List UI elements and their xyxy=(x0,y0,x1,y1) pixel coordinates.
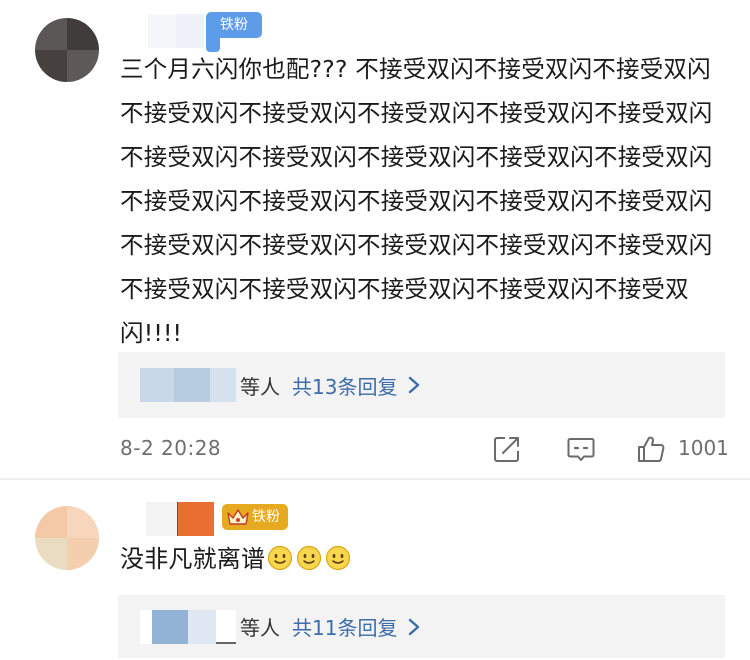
share-icon[interactable] xyxy=(492,434,522,464)
fan-badge: 铁粉 xyxy=(222,504,288,530)
reply-count-link[interactable]: 共11条回复 xyxy=(292,612,397,641)
avatar[interactable] xyxy=(35,506,99,570)
smile-emoji xyxy=(268,545,293,571)
reply-people-suffix: 等人 xyxy=(240,374,280,399)
comment-text: 没非凡就离谱 xyxy=(120,537,725,581)
smile-emoji xyxy=(326,545,351,571)
avatar[interactable] xyxy=(35,18,99,82)
chevron-right-icon xyxy=(409,618,420,635)
reply-summary[interactable]: 等人 共11条回复 xyxy=(118,595,725,658)
timestamp: 8-2 20:28 xyxy=(120,436,222,460)
comment-footer: 8-2 20:28 1001 xyxy=(118,432,730,468)
comment-item: 铁粉 三个月六闪你也配??? 不接受双闪不接受双闪不接受双闪不接受双闪不接受双闪… xyxy=(0,0,750,480)
fan-badge-label: 铁粉 xyxy=(252,509,280,525)
fan-badge: 铁粉 xyxy=(206,12,262,52)
reply-usernames-redacted xyxy=(140,609,236,644)
reply-summary[interactable]: 等人 共13条回复 xyxy=(118,352,725,418)
reply-usernames-redacted xyxy=(140,368,236,402)
comment-icon[interactable] xyxy=(566,434,596,464)
fan-badge-label: 铁粉 xyxy=(220,17,248,33)
comment-text: 三个月六闪你也配??? 不接受双闪不接受双闪不接受双闪不接受双闪不接受双闪不接受… xyxy=(120,55,713,347)
comment-text-content: 没非凡就离谱 xyxy=(120,545,266,573)
smile-emoji xyxy=(297,545,322,571)
username-redacted[interactable] xyxy=(120,14,204,48)
reply-count-link[interactable]: 共13条回复 xyxy=(292,371,397,400)
emoji-group xyxy=(267,545,354,571)
like-count: 1001 xyxy=(678,436,729,460)
username-redacted[interactable] xyxy=(116,502,214,536)
reply-people-suffix: 等人 xyxy=(240,616,280,640)
crown-icon xyxy=(227,509,249,525)
chevron-right-icon xyxy=(409,376,420,394)
like-icon[interactable] xyxy=(636,434,666,464)
comment-item: 铁粉 没非凡就离谱 等人 共11条回复 xyxy=(0,480,750,660)
